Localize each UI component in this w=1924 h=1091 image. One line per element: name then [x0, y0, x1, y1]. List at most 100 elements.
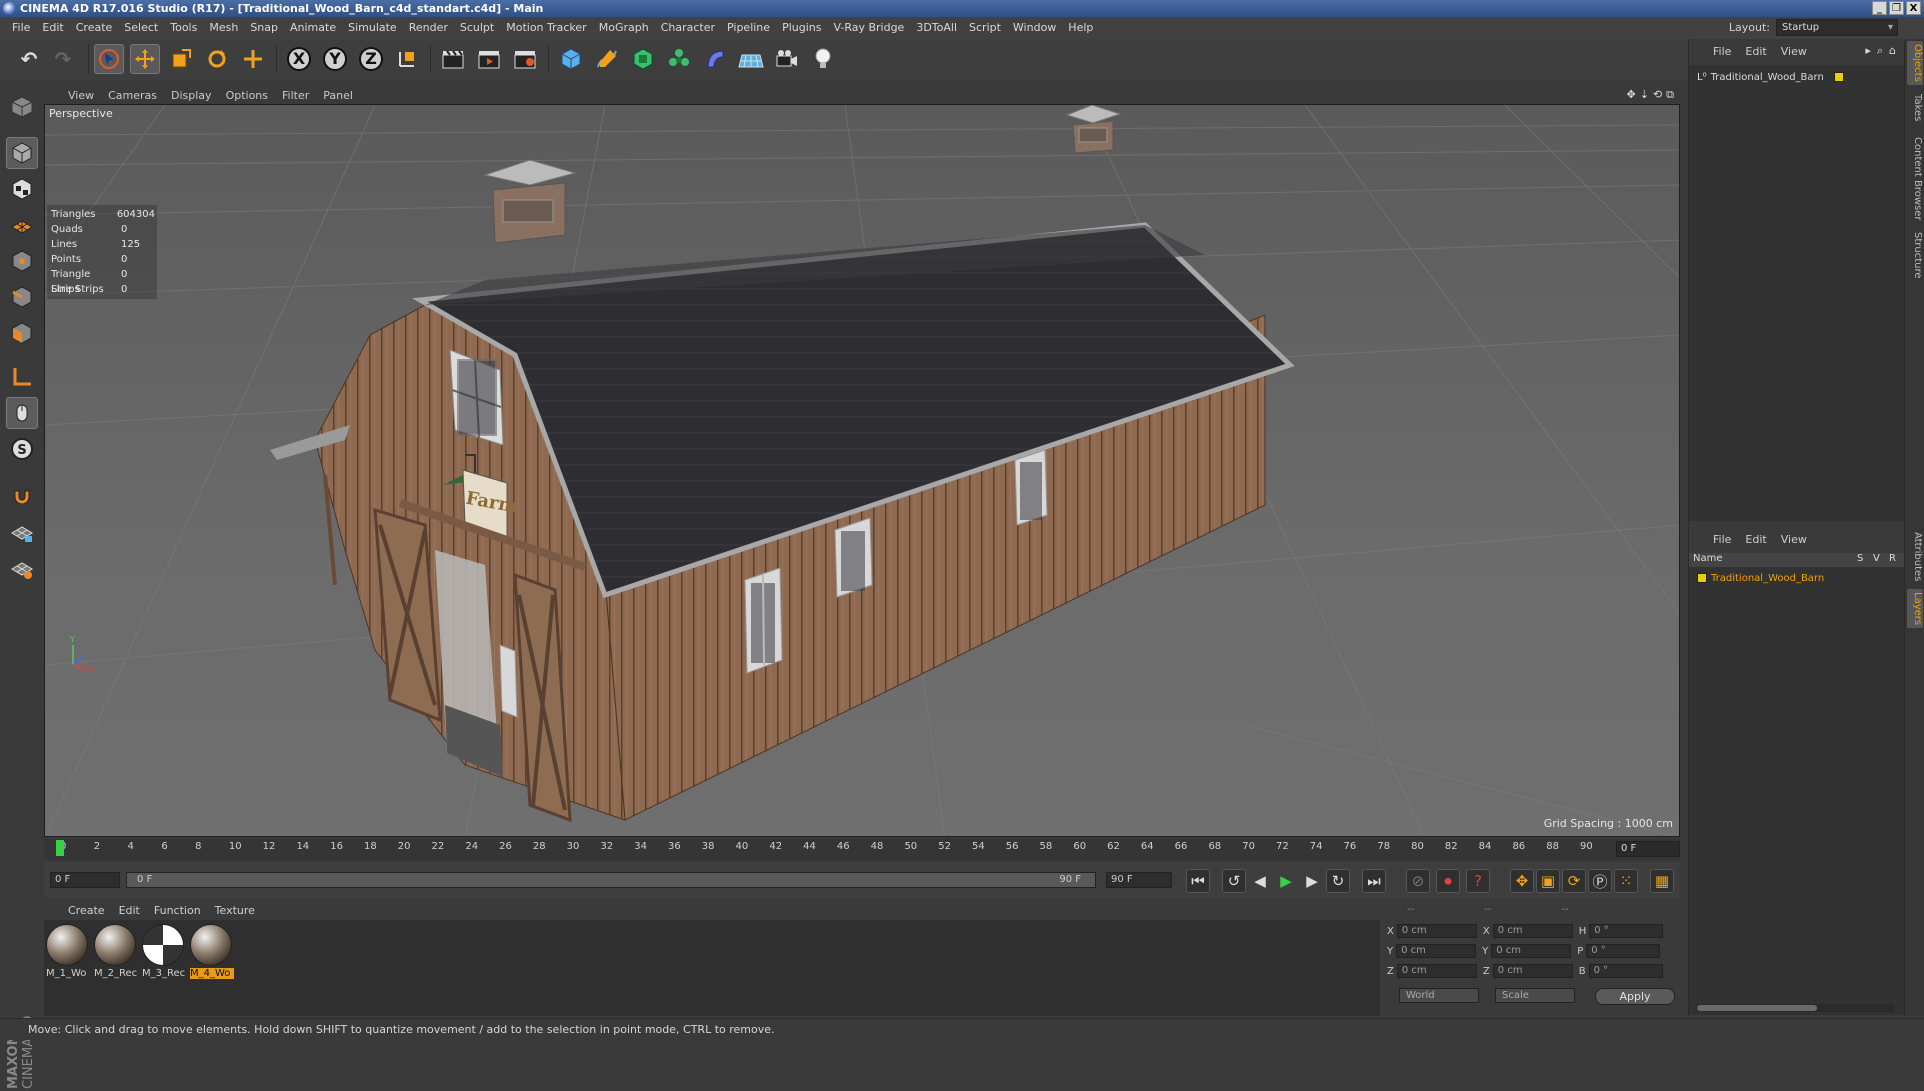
size-z-field[interactable]: 0 cm: [1492, 964, 1573, 978]
rotation-p-field[interactable]: 0 °: [1586, 944, 1661, 958]
restore-button[interactable]: ❐: [1889, 1, 1904, 15]
go-to-next-key-button[interactable]: ↻: [1326, 869, 1350, 893]
menu-simulate[interactable]: Simulate: [342, 17, 403, 39]
viewport-pan-icon[interactable]: ✥: [1626, 88, 1635, 102]
menu-snap[interactable]: Snap: [244, 17, 284, 39]
render-view-button[interactable]: [438, 44, 468, 74]
planar-workplane-button[interactable]: [6, 553, 38, 585]
redo-button[interactable]: ↷: [48, 44, 78, 74]
snapping-button[interactable]: [6, 479, 38, 511]
menu-tools[interactable]: Tools: [164, 17, 203, 39]
menu-pipeline[interactable]: Pipeline: [721, 17, 776, 39]
arrow-right-icon[interactable]: ▸: [1865, 44, 1871, 58]
layer-row[interactable]: Traditional_Wood_Barn: [1697, 570, 1824, 586]
viewport-menu-panel[interactable]: Panel: [323, 89, 353, 102]
material-swatch-selected[interactable]: M_4_Wo: [190, 924, 234, 979]
add-scene-button[interactable]: [736, 44, 766, 74]
solo-mode-button[interactable]: S: [6, 433, 38, 465]
prev-frame-button[interactable]: ◀: [1248, 869, 1272, 893]
axis-mode-button[interactable]: [6, 361, 38, 393]
preview-range-slider[interactable]: 0 F 90 F: [126, 872, 1096, 888]
layer-menu-view[interactable]: View: [1781, 533, 1807, 546]
menu-file[interactable]: File: [6, 17, 36, 39]
record-rotation-button[interactable]: ⟳: [1562, 869, 1586, 893]
timeline-ruler[interactable]: 0246810121416182022242628303234363840424…: [44, 838, 1680, 860]
menu-mograph[interactable]: MoGraph: [593, 17, 655, 39]
viewport-menu-view[interactable]: View: [68, 89, 94, 102]
layer-menu-edit[interactable]: Edit: [1745, 533, 1766, 546]
current-frame-field[interactable]: 0 F: [1616, 841, 1680, 857]
tab-structure[interactable]: Structure: [1907, 229, 1923, 282]
object-menu-file[interactable]: File: [1713, 45, 1731, 58]
menu-plugins[interactable]: Plugins: [776, 17, 827, 39]
start-frame-field[interactable]: 0 F: [50, 872, 120, 888]
tab-attributes[interactable]: Attributes: [1907, 529, 1923, 584]
viewport-menu-filter[interactable]: Filter: [282, 89, 309, 102]
tweak-mode-button[interactable]: [6, 397, 38, 429]
select-tool-button[interactable]: [94, 44, 124, 74]
scale-tool-button[interactable]: [166, 44, 196, 74]
tab-content-browser[interactable]: Content Browser: [1907, 134, 1923, 223]
render-settings-button[interactable]: [510, 44, 540, 74]
material-menu-texture[interactable]: Texture: [215, 904, 255, 917]
render-to-picture-viewer-button[interactable]: [474, 44, 504, 74]
viewport-zoom-icon[interactable]: ⇣: [1640, 88, 1649, 102]
locked-workplane-button[interactable]: [6, 517, 38, 549]
menu-animate[interactable]: Animate: [284, 17, 342, 39]
z-axis-toggle[interactable]: Z: [356, 44, 386, 74]
object-menu-edit[interactable]: Edit: [1745, 45, 1766, 58]
layout-dropdown[interactable]: Startup: [1776, 19, 1898, 36]
object-menu-view[interactable]: View: [1781, 45, 1807, 58]
position-z-field[interactable]: 0 cm: [1396, 964, 1477, 978]
size-x-field[interactable]: 0 cm: [1492, 924, 1573, 938]
position-x-field[interactable]: 0 cm: [1396, 924, 1477, 938]
viewport-camera-label[interactable]: Perspective: [49, 107, 113, 120]
record-scale-button[interactable]: ▣: [1536, 869, 1560, 893]
menu-script[interactable]: Script: [963, 17, 1007, 39]
add-generator-button[interactable]: [628, 44, 658, 74]
record-position-button[interactable]: ✥: [1510, 869, 1534, 893]
material-swatch[interactable]: M_3_Rec: [142, 924, 186, 979]
record-parameter-button[interactable]: Ⓟ: [1588, 869, 1612, 893]
add-deformer-button[interactable]: [700, 44, 730, 74]
timeline-window-button[interactable]: ▦: [1650, 869, 1674, 893]
end-frame-field[interactable]: 90 F: [1106, 872, 1172, 888]
add-camera-button[interactable]: [772, 44, 802, 74]
viewport-rotate-icon[interactable]: ⟲: [1653, 88, 1662, 102]
material-menu-create[interactable]: Create: [68, 904, 105, 917]
polygons-mode-button[interactable]: [6, 317, 38, 349]
edges-mode-button[interactable]: [6, 281, 38, 313]
material-menu-function[interactable]: Function: [154, 904, 201, 917]
material-swatch[interactable]: M_2_Rec: [94, 924, 138, 979]
model-mode-button[interactable]: [6, 137, 38, 169]
menu-character[interactable]: Character: [655, 17, 721, 39]
material-menu-edit[interactable]: Edit: [119, 904, 140, 917]
close-button[interactable]: X: [1906, 1, 1921, 15]
viewport-maximize-icon[interactable]: ⧉: [1666, 88, 1674, 102]
transform-tool-button[interactable]: [238, 44, 268, 74]
tab-takes[interactable]: Takes: [1907, 91, 1923, 124]
menu-render[interactable]: Render: [403, 17, 454, 39]
keyframe-selection-button[interactable]: ?: [1466, 869, 1490, 893]
tab-layers[interactable]: Layers: [1907, 589, 1923, 629]
menu-edit[interactable]: Edit: [36, 17, 69, 39]
minimize-button[interactable]: _: [1872, 1, 1887, 15]
horizontal-scrollbar[interactable]: [1695, 1004, 1895, 1012]
go-to-prev-key-button[interactable]: ↺: [1222, 869, 1246, 893]
add-mograph-button[interactable]: [664, 44, 694, 74]
record-point-level-button[interactable]: ⁙: [1614, 869, 1638, 893]
texture-mode-button[interactable]: [6, 173, 38, 205]
go-to-end-button[interactable]: ⏭: [1362, 869, 1386, 893]
x-axis-toggle[interactable]: X: [284, 44, 314, 74]
add-light-button[interactable]: [808, 44, 838, 74]
go-to-start-button[interactable]: ⏮: [1186, 869, 1210, 893]
rotation-h-field[interactable]: 0 °: [1589, 924, 1664, 938]
layer-menu-file[interactable]: File: [1713, 533, 1731, 546]
move-tool-button[interactable]: [130, 44, 160, 74]
menu-sculpt[interactable]: Sculpt: [454, 17, 500, 39]
menu-select[interactable]: Select: [118, 17, 164, 39]
menu-vray-bridge[interactable]: V-Ray Bridge: [827, 17, 910, 39]
add-spline-button[interactable]: [592, 44, 622, 74]
record-active-objects-button[interactable]: ⊘: [1406, 869, 1430, 893]
material-swatch[interactable]: M_1_Wo: [46, 924, 90, 979]
